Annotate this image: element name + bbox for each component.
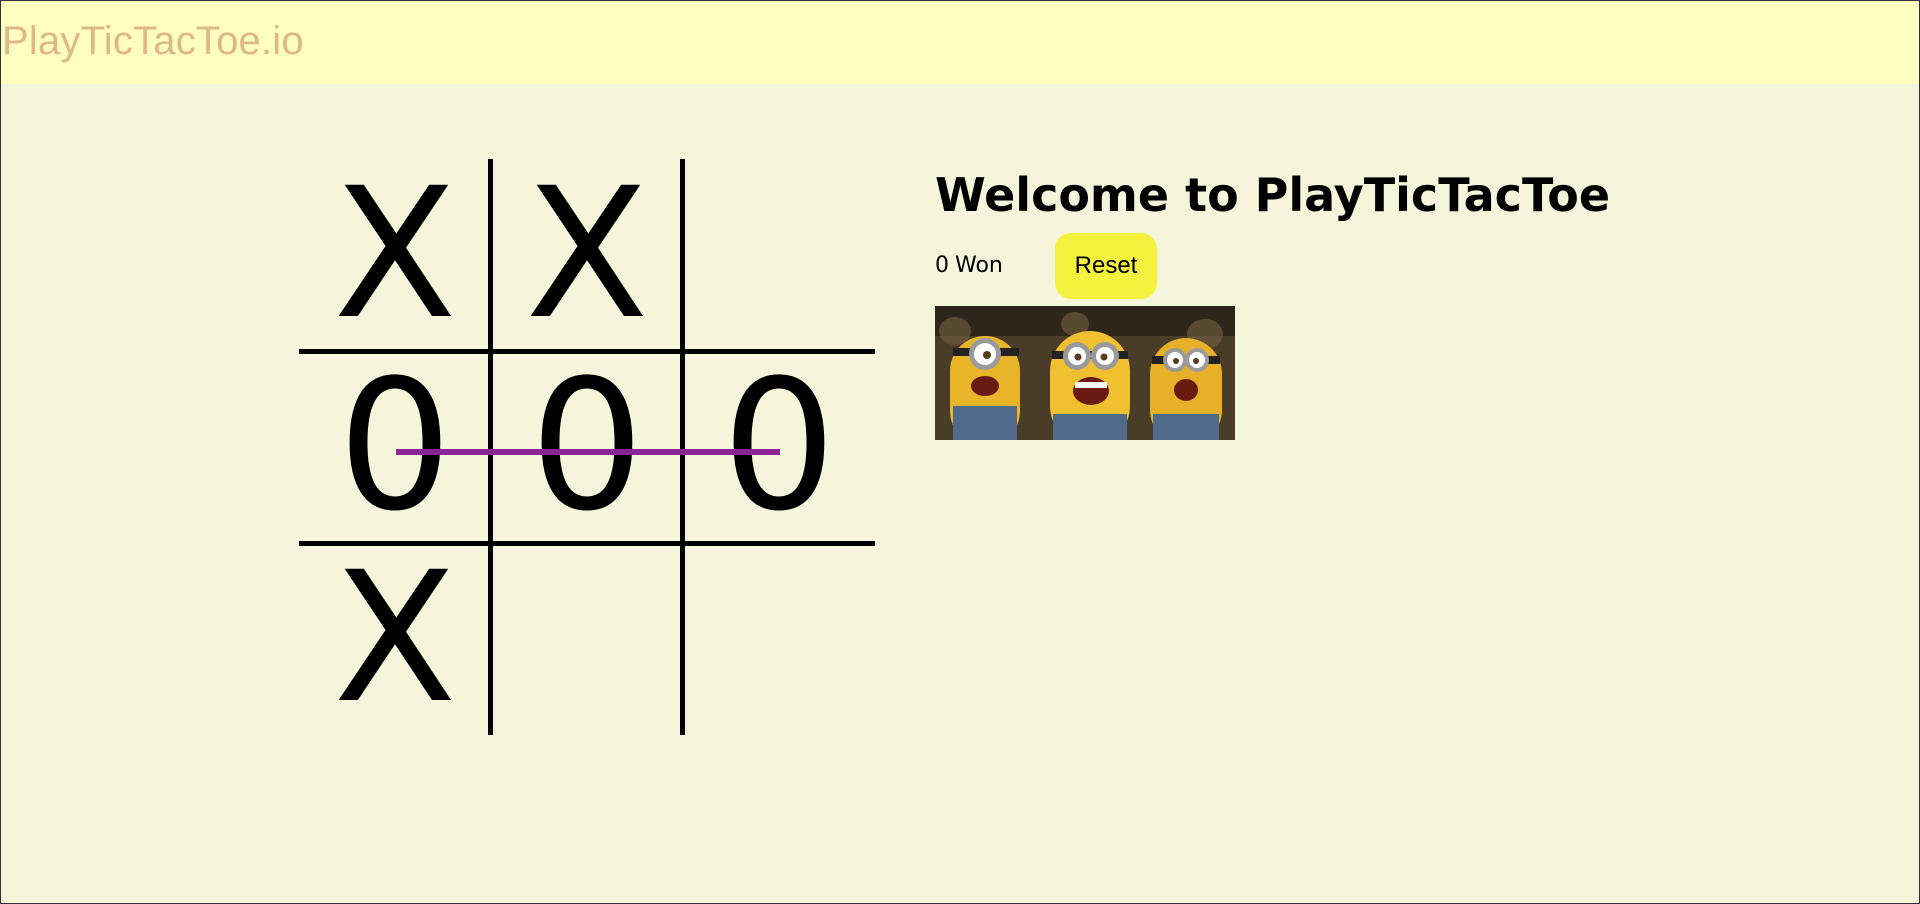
- minion-center: [1050, 331, 1130, 440]
- brand-logo-link[interactable]: PlayTicTacToe.io: [2, 19, 304, 64]
- board-cell-2[interactable]: [683, 159, 875, 351]
- tic-tac-toe-board: X X 0 0 0 X: [299, 159, 875, 735]
- board-cell-4[interactable]: 0: [491, 351, 683, 543]
- page-frame: PlayTicTacToe.io X X 0 0 0 X Welcome to …: [0, 0, 1920, 904]
- won-count: 0: [935, 253, 949, 278]
- board-cell-6[interactable]: X: [299, 543, 491, 735]
- info-panel: Welcome to PlayTicTacToe 0 Won Reset: [935, 168, 1611, 440]
- board-cell-7[interactable]: [491, 543, 683, 735]
- winning-line: [396, 449, 780, 455]
- minion-left: [950, 336, 1020, 440]
- minion-right: [1150, 338, 1222, 440]
- stats-row: 0 Won Reset: [935, 233, 1610, 299]
- grid-line-vertical-1: [488, 159, 493, 735]
- board-cell-5[interactable]: 0: [683, 351, 875, 543]
- board-cell-0[interactable]: X: [299, 159, 491, 351]
- grid-line-horizontal-1: [299, 349, 875, 354]
- board-cell-3[interactable]: 0: [299, 351, 491, 543]
- celebration-image: [935, 306, 1235, 440]
- board-cell-1[interactable]: X: [491, 159, 683, 351]
- grid-line-horizontal-2: [299, 541, 875, 546]
- reset-button[interactable]: Reset: [1055, 233, 1157, 299]
- won-label: Won: [955, 253, 1003, 278]
- board-cell-8[interactable]: [683, 543, 875, 735]
- top-bar: PlayTicTacToe.io: [1, 1, 1919, 84]
- minions-illustration: [935, 306, 1235, 440]
- won-counter: 0 Won: [935, 253, 1003, 278]
- grid-line-vertical-2: [680, 159, 685, 735]
- welcome-title: Welcome to PlayTicTacToe: [935, 168, 1611, 222]
